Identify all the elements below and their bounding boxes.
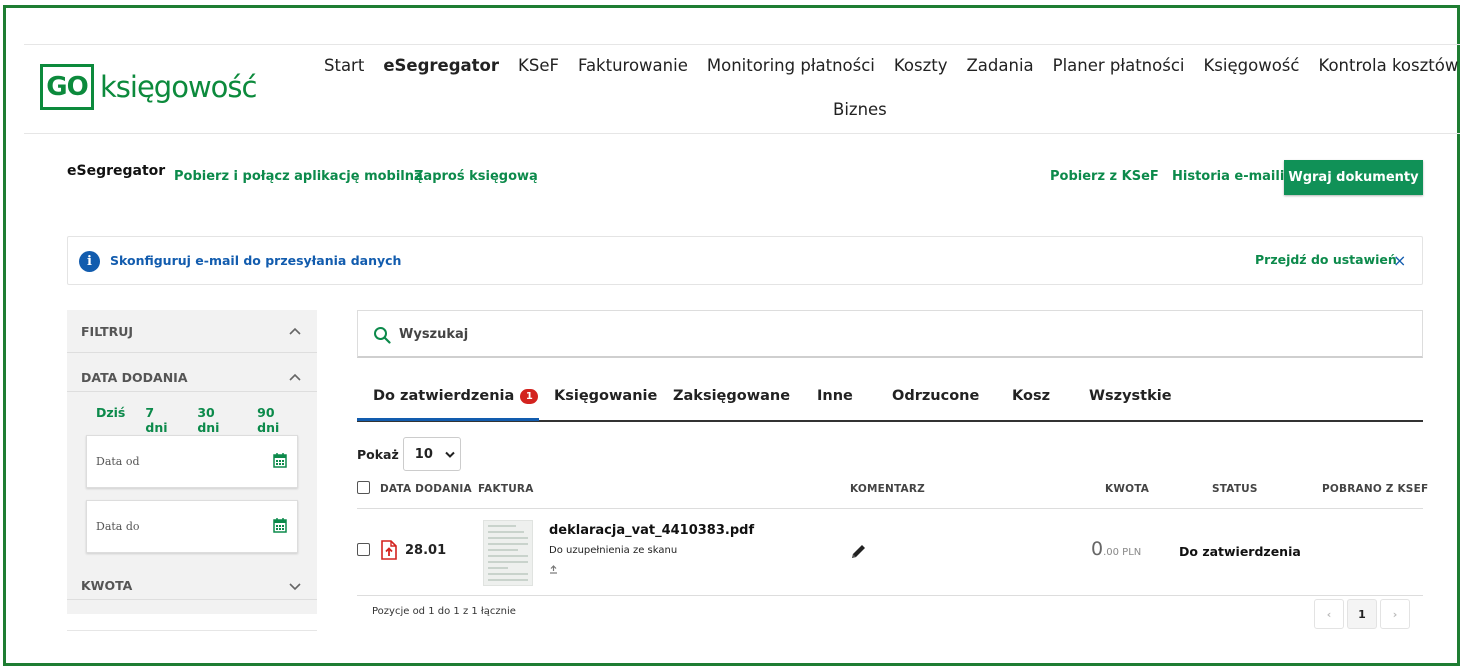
count-badge: 1	[520, 389, 539, 404]
nav-ksiegowosc[interactable]: Księgowość	[1203, 56, 1299, 75]
document-thumbnail[interactable]	[483, 520, 533, 586]
amount-decimal: .00 PLN	[1103, 547, 1142, 558]
search-icon	[374, 327, 391, 344]
tab-rejected[interactable]: Odrzucone	[892, 388, 979, 404]
chevron-down-icon	[445, 451, 455, 458]
tab-trash[interactable]: Kosz	[1012, 388, 1050, 404]
divider	[67, 630, 317, 631]
document-filename[interactable]: deklaracja_vat_4410383.pdf	[549, 523, 754, 538]
document-tabs: Do zatwierdzenia 1 Księgowanie Zaksięgowa…	[357, 375, 1423, 422]
column-amount[interactable]: KWOTA	[1105, 483, 1149, 495]
nav-kontrola-kosztow[interactable]: Kontrola kosztów	[1318, 56, 1458, 75]
chevron-up-icon[interactable]	[289, 325, 301, 337]
next-page-button[interactable]: ›	[1380, 599, 1410, 629]
quick-date-filters: Dziś 7 dni 30 dni 90 dni	[96, 405, 317, 435]
table-header: DATA DODANIA FAKTURA KOMENTARZ KWOTA STA…	[357, 481, 1428, 509]
row-amount: 0.00 PLN	[1091, 538, 1141, 560]
row-date: 28.01	[405, 543, 447, 558]
nav-start[interactable]: Start	[324, 56, 364, 75]
link-invite-accountant[interactable]: Zaproś księgową	[414, 169, 538, 184]
select-all-checkbox[interactable]	[357, 481, 370, 494]
nav-planer-platnosci[interactable]: Planer płatności	[1053, 56, 1185, 75]
banner-settings-link[interactable]: Przejdź do ustawień	[1255, 252, 1397, 267]
filter-sidebar: FILTRUJ DATA DODANIA Dziś 7 dni 30 dni 9…	[67, 310, 317, 614]
date-to-field[interactable]: Data do	[86, 500, 298, 553]
page-size-value: 10	[414, 446, 433, 462]
logo-wordmark: księgowość	[100, 70, 257, 104]
nav-monitoring-platnosci[interactable]: Monitoring płatności	[707, 56, 875, 75]
main-nav: Start eSegregator KSeF Fakturowanie Moni…	[324, 56, 1463, 75]
page-size-select[interactable]: 10	[402, 437, 461, 471]
nav-biznes[interactable]: Biznes	[833, 100, 887, 119]
filter-title: FILTRUJ	[81, 324, 134, 339]
nav-koszty[interactable]: Koszty	[894, 56, 948, 75]
subheader: eSegregator Pobierz i połącz aplikację m…	[0, 160, 1463, 196]
pagination: ‹ 1 ›	[1314, 599, 1413, 629]
search-bar	[357, 310, 1423, 358]
pencil-icon[interactable]	[850, 543, 867, 560]
nav-fakturowanie[interactable]: Fakturowanie	[578, 56, 688, 75]
link-email-history[interactable]: Historia e-maili	[1172, 169, 1284, 184]
divider	[67, 391, 317, 392]
info-icon: i	[79, 251, 100, 272]
pagination-summary: Pozycje od 1 do 1 z 1 łącznie	[372, 606, 516, 617]
link-mobile-app[interactable]: Pobierz i połącz aplikację mobilną	[174, 169, 423, 184]
date-to-placeholder: Data do	[96, 520, 140, 533]
main-nav-second-row: Biznes	[833, 100, 906, 119]
logo-go-mark: GO	[40, 64, 94, 110]
chevron-up-icon[interactable]	[289, 371, 301, 383]
close-icon[interactable]: ×	[1393, 251, 1406, 270]
date-from-field[interactable]: Data od	[86, 435, 298, 488]
page-size-label: Pokaż	[357, 446, 399, 462]
upload-document-icon	[381, 540, 397, 560]
nav-zadania[interactable]: Zadania	[966, 56, 1033, 75]
nav-ksef[interactable]: KSeF	[518, 56, 559, 75]
chevron-down-icon[interactable]	[289, 581, 301, 593]
logo[interactable]: GO księgowość	[40, 63, 257, 111]
quick-filter-30-days[interactable]: 30 dni	[197, 405, 237, 435]
banner-text: Skonfiguruj e-mail do przesyłania danych	[110, 253, 402, 268]
search-input[interactable]	[399, 322, 1299, 346]
document-subtitle: Do uzupełnienia ze skanu	[549, 545, 678, 556]
nav-esegregator[interactable]: eSegregator	[383, 56, 499, 75]
column-ksef[interactable]: POBRANO Z KSEF	[1322, 483, 1428, 495]
active-tab-indicator	[357, 418, 539, 421]
calendar-icon[interactable]	[273, 517, 287, 533]
page-title: eSegregator	[67, 163, 166, 179]
calendar-icon[interactable]	[273, 452, 287, 468]
quick-filter-90-days[interactable]: 90 dni	[257, 405, 297, 435]
column-date-added[interactable]: DATA DODANIA	[380, 483, 472, 495]
quick-filter-today[interactable]: Dziś	[96, 405, 125, 435]
tab-booked[interactable]: Zaksięgowane	[673, 388, 790, 404]
link-fetch-ksef[interactable]: Pobierz z KSeF	[1050, 169, 1159, 184]
column-invoice[interactable]: FAKTURA	[478, 483, 534, 495]
tab-all[interactable]: Wszystkie	[1089, 388, 1172, 404]
amount-title: KWOTA	[81, 578, 133, 593]
table-row[interactable]: 28.01 deklaracja_vat_4410383.pdf Do uzup…	[357, 509, 1423, 596]
divider	[67, 599, 317, 600]
tab-label: Do zatwierdzenia	[373, 388, 515, 404]
tab-to-approve[interactable]: Do zatwierdzenia 1	[373, 388, 539, 404]
prev-page-button[interactable]: ‹	[1314, 599, 1344, 629]
column-comment[interactable]: KOMENTARZ	[850, 483, 925, 495]
upload-source-icon	[550, 565, 557, 574]
amount-integer: 0	[1091, 538, 1104, 560]
upload-documents-button[interactable]: Wgraj dokumenty	[1284, 160, 1423, 195]
date-from-placeholder: Data od	[96, 455, 140, 468]
row-status: Do zatwierdzenia	[1179, 544, 1301, 559]
tab-booking[interactable]: Księgowanie	[554, 388, 657, 404]
column-status[interactable]: STATUS	[1212, 483, 1258, 495]
email-config-banner: i Skonfiguruj e-mail do przesyłania dany…	[67, 236, 1423, 285]
divider	[67, 352, 317, 353]
page-1-button[interactable]: 1	[1347, 599, 1377, 629]
tab-other[interactable]: Inne	[817, 388, 853, 404]
row-checkbox[interactable]	[357, 543, 370, 556]
date-added-title: DATA DODANIA	[81, 370, 188, 385]
quick-filter-7-days[interactable]: 7 dni	[145, 405, 177, 435]
page-size-control: Pokaż 10	[357, 437, 461, 471]
